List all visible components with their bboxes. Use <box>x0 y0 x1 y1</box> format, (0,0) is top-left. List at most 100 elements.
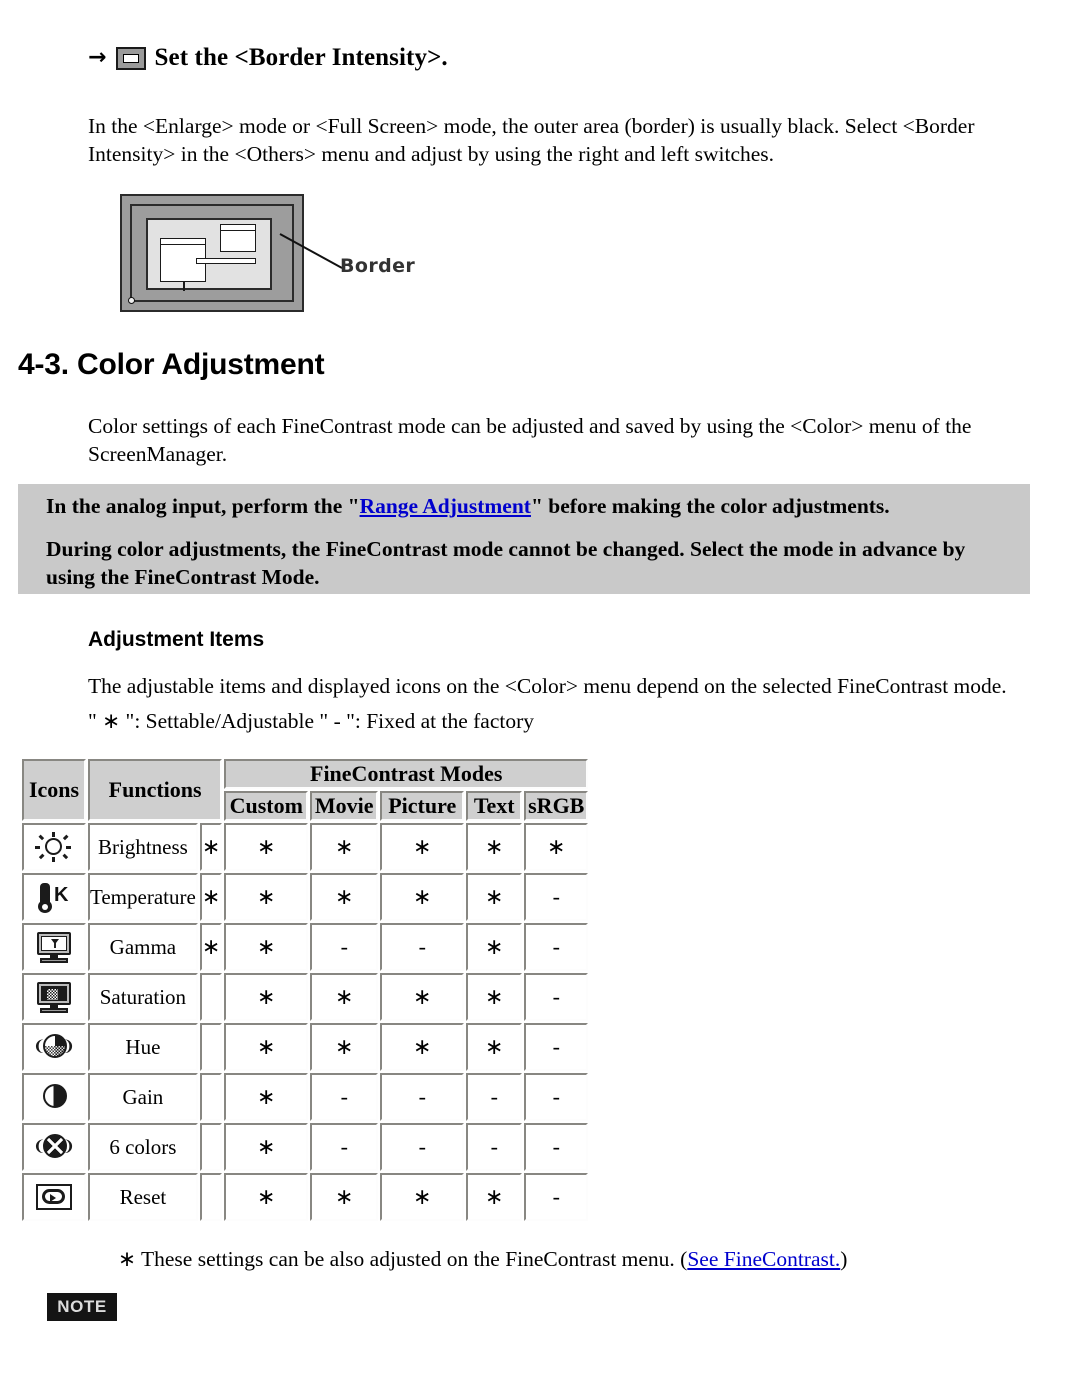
cell-movie: ∗ <box>310 973 379 1021</box>
header-mode-custom: Custom <box>224 791 309 821</box>
cell-movie: ∗ <box>310 873 379 921</box>
color-adjustment-intro-text: Color settings of each FineContrast mode… <box>88 414 972 467</box>
cell-movie: ∗ <box>310 823 379 871</box>
mark: - <box>552 883 560 909</box>
cell-srgb: - <box>524 1023 589 1071</box>
mark: ∗ <box>335 1033 354 1059</box>
brightness-icon <box>33 830 75 864</box>
cell-picture: ∗ <box>380 823 465 871</box>
mark: - <box>552 983 560 1009</box>
mark: ∗ <box>485 983 504 1009</box>
notice-line-2: During color adjustments, the FineContra… <box>46 537 966 589</box>
mark: ∗ <box>485 1033 504 1059</box>
border-intensity-icon <box>115 46 146 70</box>
table-row: K Temperature ∗ ∗ ∗ ∗ ∗ - <box>22 873 589 921</box>
table-row: Gain ∗ - - - - <box>22 1073 589 1121</box>
mark: ∗ <box>547 833 566 859</box>
footnote-before: ∗ These settings can be also adjusted on… <box>118 1247 688 1271</box>
adjustment-items-description: The adjustable items and displayed icons… <box>88 674 1007 698</box>
header-finecontrast-modes: FineContrast Modes <box>224 759 589 789</box>
table-header-row-1: Icons Functions FineContrast Modes <box>22 759 589 821</box>
cell-extra-mark: ∗ <box>201 833 221 859</box>
monitor-screen <box>146 218 272 291</box>
cell-picture: ∗ <box>380 873 465 921</box>
desktop-window-small <box>220 224 256 252</box>
mark: ∗ <box>257 1083 276 1109</box>
temperature-icon: K <box>33 880 75 914</box>
mark: ∗ <box>257 1133 276 1159</box>
section-title: 4-3. Color Adjustment <box>18 348 325 381</box>
border-callout-label: Border <box>340 255 416 277</box>
mark: ∗ <box>335 983 354 1009</box>
mark: ∗ <box>335 1183 354 1209</box>
adjustment-items-heading: Adjustment Items <box>88 628 265 651</box>
footnote: ∗ These settings can be also adjusted on… <box>118 1245 1018 1273</box>
mark: - <box>552 1033 560 1059</box>
mark: ∗ <box>335 833 354 859</box>
cell-srgb: - <box>524 1073 589 1121</box>
header-icons: Icons <box>22 759 86 821</box>
cell-srgb: - <box>524 923 589 971</box>
cell-text: ∗ <box>466 823 523 871</box>
table-row: Gamma ∗ ∗ - - ∗ - <box>22 923 589 971</box>
notice-line-1-before: In the analog input, perform the " <box>46 494 360 518</box>
cell-text: ∗ <box>466 1173 523 1221</box>
desktop-taskbar <box>196 258 256 264</box>
mark: ∗ <box>413 1033 432 1059</box>
cell-srgb: - <box>524 973 589 1021</box>
six-colors-icon: ❨ ❩ <box>33 1130 75 1164</box>
cell-extra <box>199 1123 223 1171</box>
mark: ∗ <box>413 1183 432 1209</box>
saturation-icon <box>33 980 75 1014</box>
cell-movie: ∗ <box>310 1023 379 1071</box>
cell-text: ∗ <box>466 973 523 1021</box>
header-mode-movie: Movie <box>310 791 379 821</box>
cell-custom: ∗ <box>224 923 309 971</box>
cell-extra: ∗ <box>199 823 223 871</box>
mark: ∗ <box>485 883 504 909</box>
cell-picture: ∗ <box>380 1023 465 1071</box>
border-intensity-intro-text: In the <Enlarge> mode or <Full Screen> m… <box>88 114 975 167</box>
monitor-outer-frame <box>120 194 304 312</box>
table-row: Brightness ∗ ∗ ∗ ∗ ∗ ∗ <box>22 823 589 871</box>
mark: ∗ <box>257 1033 276 1059</box>
mark: ∗ <box>413 983 432 1009</box>
range-adjustment-link[interactable]: Range Adjustment <box>360 494 531 518</box>
notice-box: In the analog input, perform the "Range … <box>18 484 1030 594</box>
cell-function: Gain <box>88 1073 198 1121</box>
cell-function: Brightness <box>88 823 198 871</box>
hue-icon: ❨ ❩ <box>33 1030 75 1064</box>
notice-line-1: In the analog input, perform the "Range … <box>46 493 1008 521</box>
cell-icon: ❨ ❩ <box>22 1123 86 1171</box>
table-row: ❨ ❩ 6 colors ∗ - - - - <box>22 1123 589 1171</box>
mark: - <box>490 1083 498 1109</box>
border-diagram: Border <box>120 194 415 316</box>
cell-custom: ∗ <box>224 873 309 921</box>
cell-srgb: - <box>524 1123 589 1171</box>
cell-srgb: - <box>524 873 589 921</box>
cell-icon: K <box>22 873 86 921</box>
cell-function: Temperature <box>88 873 198 921</box>
cell-custom: ∗ <box>224 1073 309 1121</box>
cell-extra <box>199 973 223 1021</box>
see-finecontrast-link[interactable]: See FineContrast. <box>687 1247 840 1271</box>
cell-srgb: ∗ <box>524 823 589 871</box>
cell-icon <box>22 923 86 971</box>
cell-movie: - <box>310 1123 379 1171</box>
note-badge: NOTE <box>47 1293 117 1321</box>
cell-icon <box>22 1173 86 1221</box>
cell-picture: ∗ <box>380 973 465 1021</box>
cell-function: Gamma <box>88 923 198 971</box>
cell-text: ∗ <box>466 873 523 921</box>
table-row: Reset ∗ ∗ ∗ ∗ - <box>22 1173 589 1221</box>
cell-text: ∗ <box>466 923 523 971</box>
mark: ∗ <box>485 833 504 859</box>
cell-extra-mark: ∗ <box>201 883 221 909</box>
cell-function: Saturation <box>88 973 198 1021</box>
header-mode-picture: Picture <box>380 791 465 821</box>
mark: ∗ <box>485 933 504 959</box>
mark: - <box>340 1133 348 1159</box>
window-stem <box>183 282 185 291</box>
cell-custom: ∗ <box>224 1123 309 1171</box>
cell-movie: ∗ <box>310 1173 379 1221</box>
